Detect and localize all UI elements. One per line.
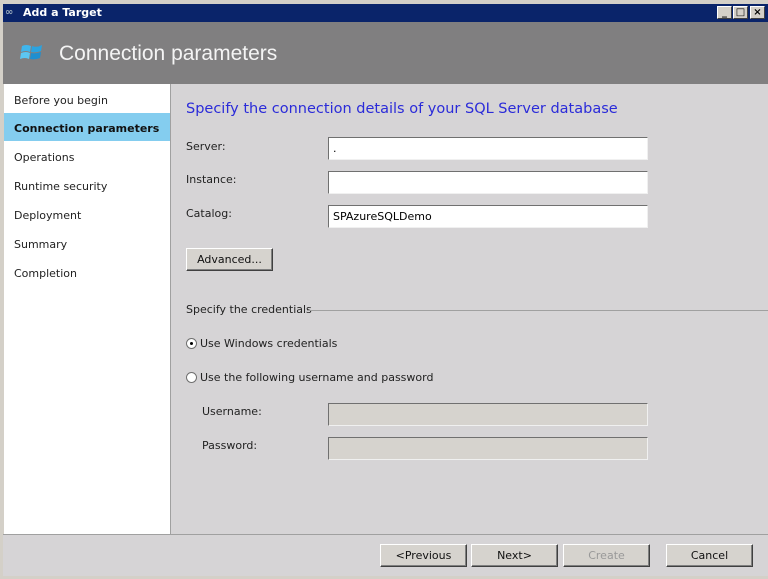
previous-button[interactable]: <Previous bbox=[380, 544, 467, 567]
windows-credentials-label[interactable]: Use Windows credentials bbox=[200, 337, 337, 350]
password-label: Password: bbox=[202, 439, 258, 452]
window-title: Add a Target bbox=[23, 6, 102, 19]
maximize-button[interactable]: □ bbox=[733, 6, 748, 19]
username-input[interactable] bbox=[328, 403, 648, 426]
username-password-radio[interactable] bbox=[186, 372, 197, 383]
sidebar-item-connection-parameters[interactable]: Connection parameters bbox=[4, 113, 170, 141]
server-input[interactable]: . bbox=[328, 137, 648, 160]
server-label: Server: bbox=[186, 140, 226, 153]
content-panel: Specify the connection details of your S… bbox=[171, 84, 768, 534]
sidebar-item-before-you-begin[interactable]: Before you begin bbox=[4, 85, 170, 113]
page-header: Connection parameters bbox=[3, 22, 768, 84]
instance-input[interactable] bbox=[328, 171, 648, 194]
username-password-label[interactable]: Use the following username and password bbox=[200, 371, 433, 384]
title-bar: ∞ Add a Target _ □ × bbox=[3, 4, 768, 22]
credentials-group-title: Specify the credentials bbox=[186, 303, 312, 316]
instance-label: Instance: bbox=[186, 173, 237, 186]
group-divider bbox=[307, 310, 768, 311]
advanced-button[interactable]: Advanced... bbox=[186, 248, 273, 271]
button-bar: <Previous Next> Create Cancel bbox=[3, 534, 768, 576]
username-label: Username: bbox=[202, 405, 262, 418]
wizard-steps: Before you begin Connection parameters O… bbox=[4, 84, 171, 534]
page-title: Connection parameters bbox=[59, 42, 278, 65]
create-button[interactable]: Create bbox=[563, 544, 650, 567]
cancel-button[interactable]: Cancel bbox=[666, 544, 753, 567]
windows-credentials-radio[interactable] bbox=[186, 338, 197, 349]
catalog-input[interactable]: SPAzureSQLDemo bbox=[328, 205, 648, 228]
password-input[interactable] bbox=[328, 437, 648, 460]
next-button[interactable]: Next> bbox=[471, 544, 558, 567]
sidebar-item-summary[interactable]: Summary bbox=[4, 229, 170, 257]
windows-logo-icon bbox=[20, 45, 42, 60]
minimize-button[interactable]: _ bbox=[717, 6, 732, 19]
sidebar-item-runtime-security[interactable]: Runtime security bbox=[4, 171, 170, 199]
app-icon: ∞ bbox=[5, 7, 14, 18]
sidebar-item-operations[interactable]: Operations bbox=[4, 142, 170, 170]
catalog-label: Catalog: bbox=[186, 207, 232, 220]
sidebar-item-completion[interactable]: Completion bbox=[4, 258, 170, 286]
section-heading: Specify the connection details of your S… bbox=[186, 101, 618, 117]
close-button[interactable]: × bbox=[750, 6, 765, 19]
sidebar-item-deployment[interactable]: Deployment bbox=[4, 200, 170, 228]
